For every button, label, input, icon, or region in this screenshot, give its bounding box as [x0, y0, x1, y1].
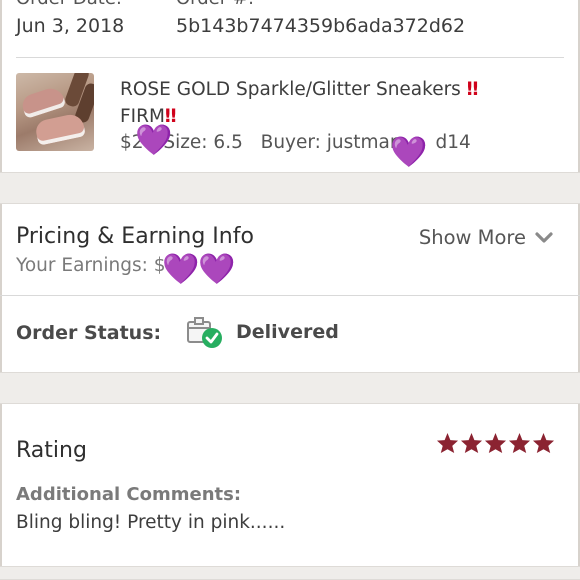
- double-exclamation-icon: ‼: [466, 79, 479, 100]
- show-more-button[interactable]: Show More: [419, 226, 554, 249]
- section-separator: [0, 172, 580, 204]
- show-more-label: Show More: [418, 226, 526, 249]
- order-status-label: Order Status:: [16, 322, 162, 344]
- purple-heart-icon: 💜: [390, 135, 428, 170]
- buyer-name: Buyer: justmar: [260, 132, 398, 153]
- star-icon: [436, 432, 459, 454]
- divider: [16, 57, 564, 58]
- order-status-value: Delivered: [236, 321, 339, 343]
- purple-heart-icon: 💜: [162, 252, 200, 287]
- buyer-name-tail: d14: [435, 132, 471, 153]
- comment-text: Bling bling! Pretty in pink......: [16, 512, 286, 533]
- section-separator: [0, 566, 580, 580]
- rating-title: Rating: [16, 438, 87, 463]
- order-date-label: Order Date:: [16, 0, 122, 9]
- product-title-line1: ROSE GOLD Sparkle/Glitter Sneakers: [120, 79, 467, 100]
- section-separator: [0, 372, 580, 404]
- divider: [0, 295, 580, 296]
- star-icon: [508, 432, 531, 454]
- earnings-label: Your Earnings: $: [16, 255, 166, 276]
- star-icon: [484, 432, 507, 454]
- order-date-value: Jun 3, 2018: [16, 15, 125, 37]
- product-size: Size: 6.5: [163, 132, 243, 153]
- rating-stars: [436, 432, 555, 454]
- additional-comments-label: Additional Comments:: [16, 484, 242, 505]
- order-number-value: 5b143b7474359b6ada372d62: [176, 15, 466, 37]
- pricing-title: Pricing & Earning Info: [16, 224, 254, 249]
- purple-heart-icon: 💜: [198, 252, 236, 287]
- product-title[interactable]: ROSE GOLD Sparkle/Glitter Sneakers ‼ FIR…: [120, 76, 540, 130]
- order-number-label: Order #:: [176, 0, 254, 9]
- product-thumbnail[interactable]: [16, 73, 94, 151]
- delivered-box-icon: [186, 316, 224, 350]
- chevron-down-icon: [534, 231, 554, 245]
- left-border: [0, 0, 2, 580]
- purple-heart-icon: 💜: [135, 123, 173, 158]
- star-icon: [532, 432, 555, 454]
- star-icon: [460, 432, 483, 454]
